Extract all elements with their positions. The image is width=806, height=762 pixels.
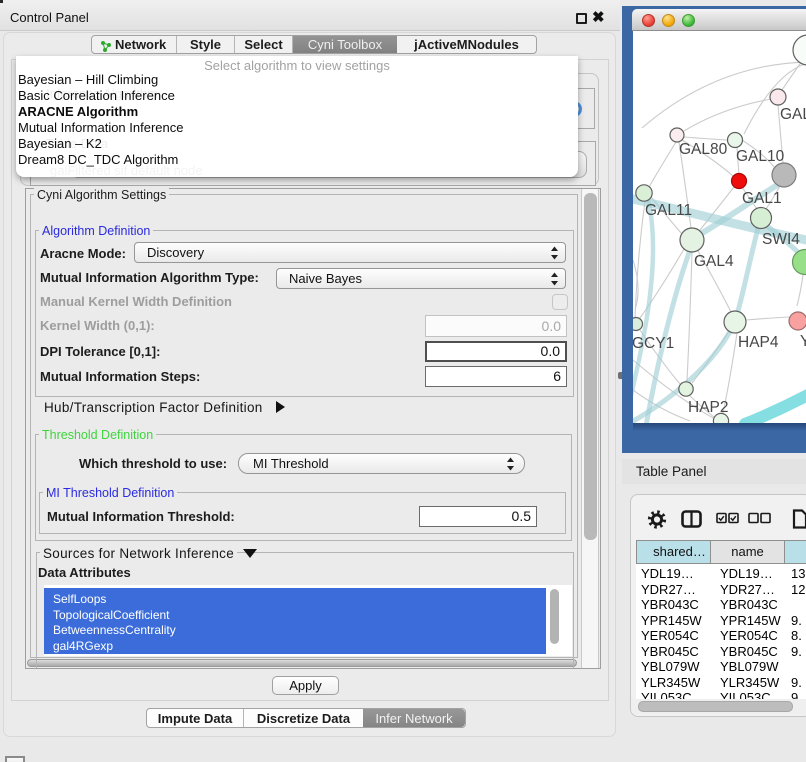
svg-text:HAP2: HAP2 [688, 399, 729, 416]
svg-text:HAP4: HAP4 [738, 334, 779, 351]
svg-text:GAL7: GAL7 [780, 106, 806, 123]
svg-text:SWI4: SWI4 [762, 231, 800, 248]
svg-text:GAL11: GAL11 [645, 202, 692, 219]
svg-text:GAL1: GAL1 [742, 190, 782, 207]
svg-text:GAL80: GAL80 [679, 141, 728, 158]
svg-text:GCY1: GCY1 [633, 335, 674, 352]
svg-text:GAL10: GAL10 [736, 148, 785, 165]
svg-text:Y: Y [800, 333, 806, 350]
svg-text:GAL4: GAL4 [694, 253, 734, 270]
